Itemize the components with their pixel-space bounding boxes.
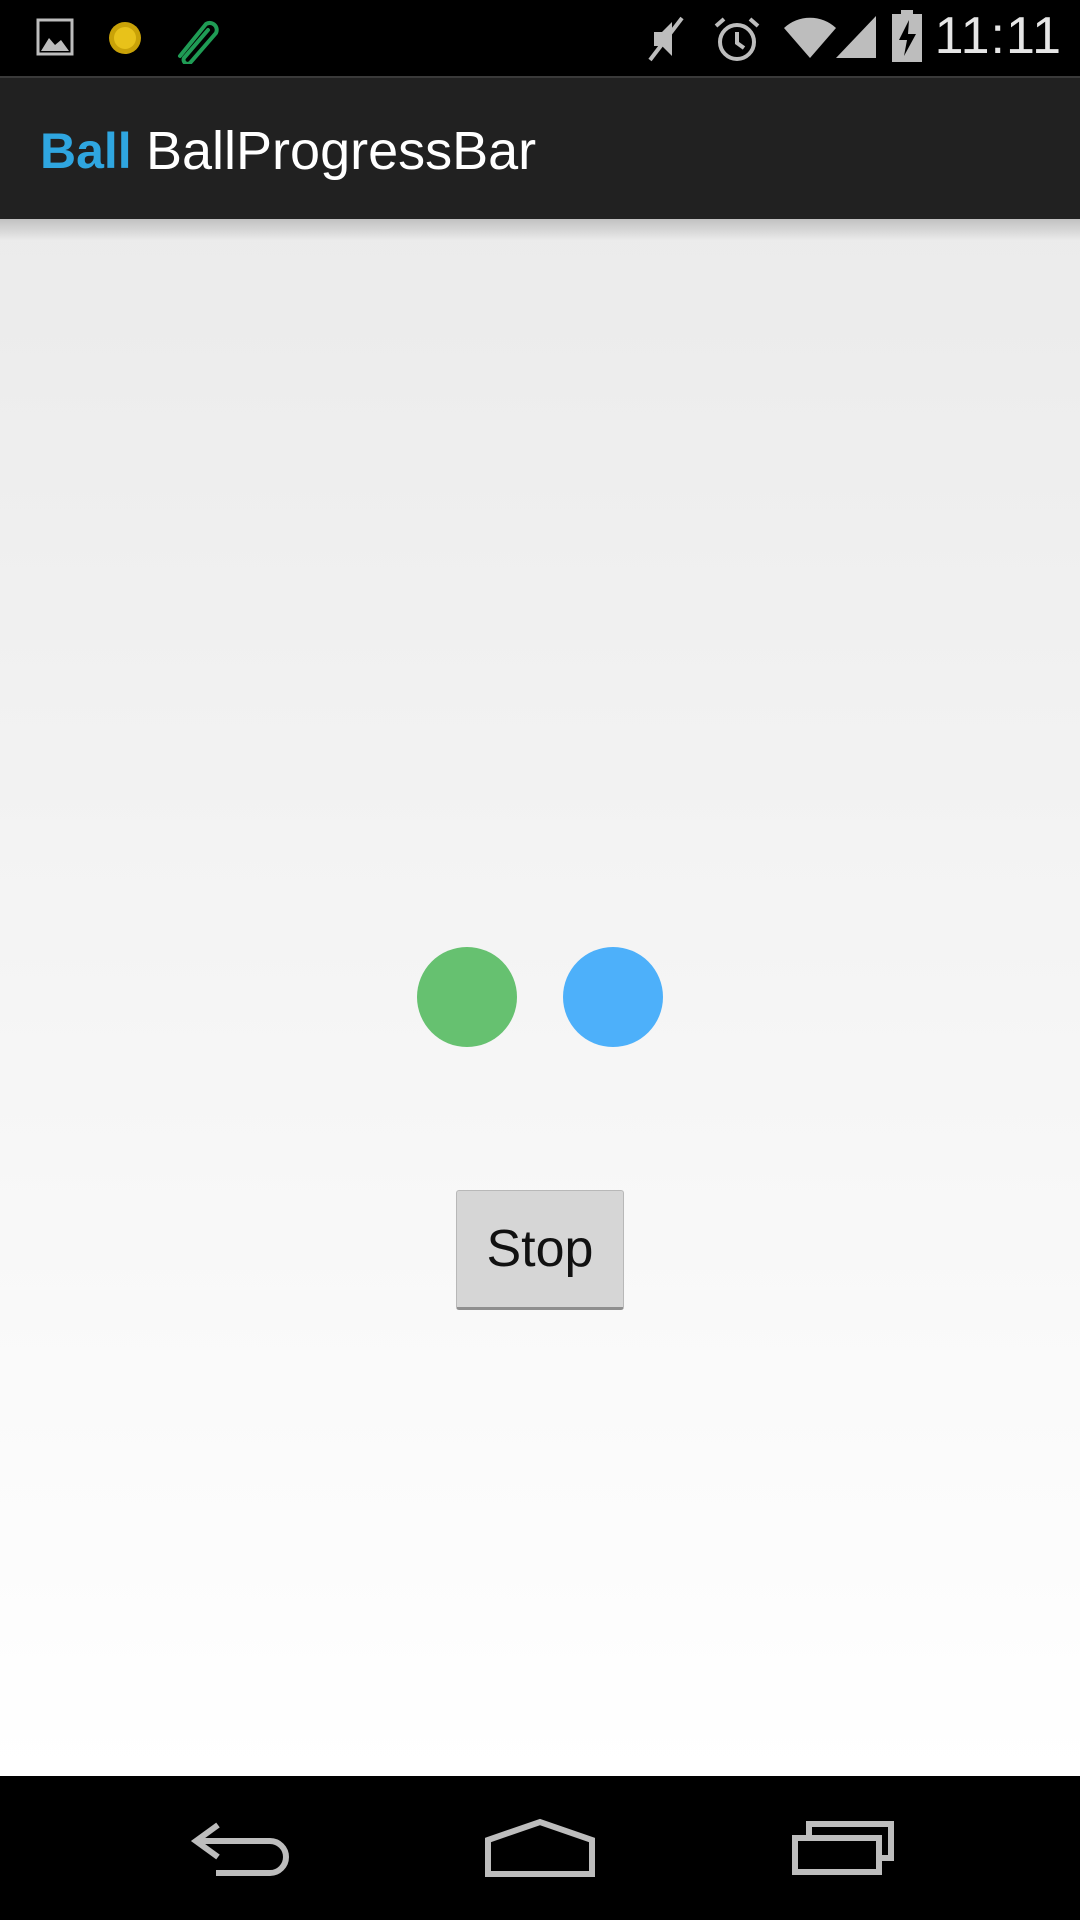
action-bar-shadow (0, 219, 1080, 241)
back-icon (190, 1822, 289, 1876)
home-icon (485, 1818, 595, 1877)
image-notification-icon (36, 18, 74, 60)
battery-charging-icon (892, 10, 922, 66)
action-bar: Ball BallProgressBar (0, 76, 1080, 219)
status-time: 11:11 (934, 7, 1062, 65)
paperclip-notification-icon (172, 12, 220, 68)
main-content: Stop (0, 219, 1080, 1776)
mute-icon (644, 14, 688, 68)
navigation-bar (0, 1776, 1080, 1920)
wifi-icon (782, 14, 838, 64)
app-logo[interactable]: Ball (40, 122, 132, 180)
stop-button[interactable]: Stop (456, 1190, 624, 1310)
back-button[interactable] (140, 1776, 340, 1920)
app-title: BallProgressBar (146, 121, 537, 181)
progress-ball-blue (563, 947, 663, 1047)
coin-notification-icon (107, 20, 143, 60)
recents-button[interactable] (743, 1776, 943, 1920)
alarm-icon (712, 14, 762, 68)
signal-icon (834, 14, 878, 64)
progress-ball-green (417, 947, 517, 1047)
status-bar: 11:11 (0, 0, 1080, 76)
home-button[interactable] (440, 1776, 640, 1920)
recents-icon (792, 1821, 894, 1875)
